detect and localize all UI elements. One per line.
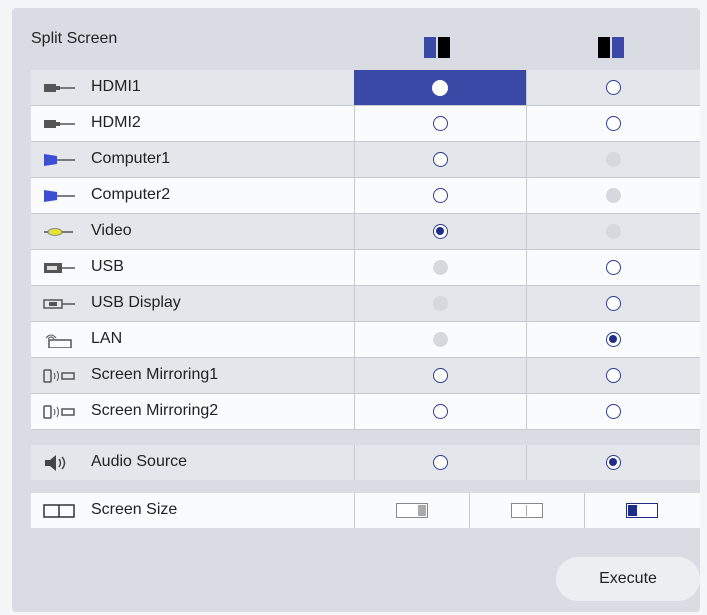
source-row: Computer2	[31, 178, 700, 214]
mirroring-icon	[43, 369, 75, 383]
source-label: LAN	[91, 330, 123, 347]
source-label: Screen Mirroring2	[91, 402, 219, 419]
source-right-radio[interactable]	[606, 368, 621, 383]
source-row: Video	[31, 214, 700, 250]
source-left-radio[interactable]	[432, 79, 448, 96]
source-right-radio	[606, 152, 621, 167]
source-left-radio[interactable]	[432, 404, 448, 419]
vga-icon	[44, 190, 75, 202]
source-right-radio[interactable]	[606, 332, 621, 347]
screen-size-row: Screen Size	[31, 493, 700, 528]
source-right-radio	[606, 224, 621, 239]
hdmi-icon	[44, 120, 75, 128]
source-right-radio[interactable]	[606, 296, 621, 311]
source-row: USB	[31, 250, 700, 286]
source-row: Computer1	[31, 142, 700, 178]
source-right-radio[interactable]	[606, 260, 621, 275]
hdmi-icon	[44, 84, 75, 92]
page-title: Split Screen	[31, 30, 118, 47]
source-right-radio[interactable]	[606, 116, 621, 131]
source-left-radio[interactable]	[432, 152, 448, 167]
vga-icon	[44, 154, 75, 166]
source-label: HDMI2	[91, 114, 141, 131]
size-right-large-option[interactable]	[626, 503, 658, 518]
source-left-radio[interactable]	[432, 188, 448, 203]
source-left-radio[interactable]	[432, 368, 448, 383]
size-equal-option[interactable]	[510, 503, 543, 518]
usb-icon	[44, 263, 75, 273]
source-row: USB Display	[31, 286, 700, 322]
source-right-radio[interactable]	[606, 404, 621, 419]
source-row: HDMI1	[31, 70, 700, 106]
source-row: Screen Mirroring1	[31, 358, 700, 394]
split-right-active-icon	[598, 37, 624, 58]
split-left-active-icon	[424, 37, 450, 58]
audio-left-radio[interactable]	[432, 455, 448, 470]
mirroring-icon	[43, 405, 75, 419]
speaker-icon	[45, 455, 66, 471]
source-label: Computer1	[91, 150, 171, 167]
source-label: Video	[91, 222, 132, 239]
source-left-radio[interactable]	[432, 116, 448, 131]
source-row: Screen Mirroring2	[31, 394, 700, 430]
source-left-radio	[432, 332, 448, 347]
source-left-radio	[432, 260, 448, 275]
source-right-radio	[606, 188, 621, 203]
video-icon	[44, 228, 73, 236]
source-label: Screen Mirroring1	[91, 366, 219, 383]
execute-button[interactable]: Execute	[556, 557, 700, 601]
source-list: HDMI1 HDMI2 Computer1 Computer2 Video USB USB …	[31, 70, 700, 430]
lan-icon	[45, 334, 72, 348]
source-left-radio[interactable]	[432, 224, 448, 239]
source-left-radio	[432, 296, 448, 311]
source-label: Computer2	[91, 186, 171, 203]
usb-display-icon	[43, 299, 75, 309]
source-label: USB Display	[91, 294, 181, 311]
source-label: USB	[91, 258, 124, 275]
source-right-radio[interactable]	[606, 80, 621, 95]
source-row: LAN	[31, 322, 700, 358]
screen-size-icon	[43, 504, 75, 518]
source-row: HDMI2	[31, 106, 700, 142]
screen-size-label: Screen Size	[91, 501, 178, 518]
audio-source-row: Audio Source	[31, 445, 700, 480]
source-label: HDMI1	[91, 78, 141, 95]
audio-source-label: Audio Source	[91, 453, 188, 470]
size-left-large-option[interactable]	[395, 503, 428, 518]
audio-right-radio[interactable]	[606, 455, 621, 470]
